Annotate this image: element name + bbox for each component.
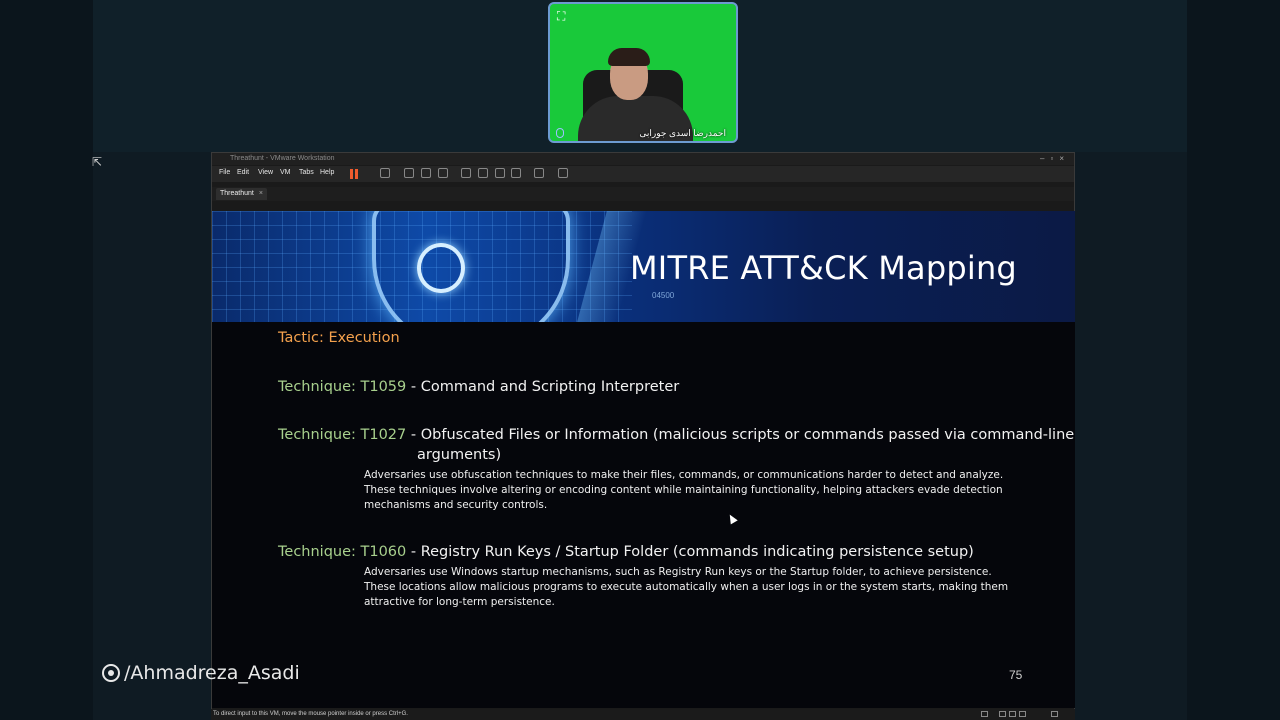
slide-page-number: 75 <box>1009 668 1023 682</box>
technique-name: - Command and Scripting Interpreter <box>406 379 680 395</box>
hdd-icon[interactable] <box>981 711 988 717</box>
banner-digits: 04500 <box>652 291 675 300</box>
tab-threathunt[interactable]: Threathunt × <box>216 188 267 200</box>
reel-icon <box>102 664 120 682</box>
menu-help[interactable]: Help <box>320 169 334 176</box>
vm-statusbar: To direct input to this VM, move the mou… <box>211 709 1075 720</box>
stretch-icon[interactable] <box>558 168 568 178</box>
revert-icon[interactable] <box>421 168 431 178</box>
device-icons <box>979 711 1069 718</box>
sound-icon[interactable] <box>1019 711 1026 717</box>
technique-t1060: Technique: T1060 - Registry Run Keys / S… <box>278 544 974 560</box>
webcam-tile[interactable]: ⛶ احمدرضا اسدی جورابی <box>548 2 738 143</box>
vm-window-title: Threathunt - VMware Workstation <box>230 155 335 162</box>
sidebar-toggle-icon[interactable] <box>461 168 471 178</box>
watermark-text: /Ahmadreza_Asadi <box>124 662 300 684</box>
menu-vm[interactable]: VM <box>280 169 291 176</box>
channel-watermark: /Ahmadreza_Asadi <box>102 662 300 684</box>
lock-graphic <box>417 243 465 293</box>
menu-file[interactable]: File <box>219 169 230 176</box>
vm-tabbar: Threathunt × <box>212 187 1074 201</box>
display-icon[interactable] <box>1051 711 1058 717</box>
mic-icon <box>556 128 564 138</box>
slide-banner: 04500 MITRE ATT&CK Mapping <box>212 211 1075 322</box>
menu-edit[interactable]: Edit <box>237 169 249 176</box>
unity-icon[interactable] <box>511 168 521 178</box>
technique-id: Technique: T1059 <box>278 379 407 395</box>
technique-name: - Obfuscated Files or Information (malic… <box>406 427 1075 443</box>
menu-view[interactable]: View <box>258 169 273 176</box>
share-screen-icon[interactable]: ⇱ <box>90 155 104 169</box>
snapshot-icon[interactable] <box>404 168 414 178</box>
participant-name: احمدرضا اسدی جورابی <box>639 128 726 138</box>
technique-description: Adversaries use Windows startup mechanis… <box>364 566 1009 608</box>
technique-id: Technique: T1060 <box>278 544 407 560</box>
window-controls[interactable]: –▫× <box>1040 153 1070 165</box>
right-panel <box>1187 0 1280 720</box>
network-icon[interactable] <box>999 711 1006 717</box>
shield-graphic <box>372 211 570 322</box>
presentation-slide: 04500 MITRE ATT&CK Mapping Tactic: Execu… <box>212 211 1075 708</box>
tactic-heading: Tactic: Execution <box>278 330 400 346</box>
fullscreen-icon[interactable] <box>495 168 505 178</box>
send-keys-icon[interactable] <box>380 168 390 178</box>
usb-icon[interactable] <box>1009 711 1016 717</box>
participant-hair <box>608 48 650 66</box>
vm-menubar: File Edit View VM Tabs Help <box>212 166 1074 182</box>
technique-description: Adversaries use obfuscation techniques t… <box>364 469 1004 511</box>
close-icon[interactable]: × <box>259 190 263 197</box>
console-icon[interactable] <box>534 168 544 178</box>
technique-name: - Registry Run Keys / Startup Folder (co… <box>406 544 974 560</box>
technique-name-continued: arguments) <box>417 447 502 463</box>
status-text: To direct input to this VM, move the mou… <box>213 711 408 717</box>
menu-tabs[interactable]: Tabs <box>299 169 314 176</box>
pause-icon[interactable] <box>350 169 358 179</box>
thumbnail-icon[interactable] <box>478 168 488 178</box>
vm-titlebar: Threathunt - VMware Workstation –▫× <box>212 153 1074 165</box>
left-panel <box>0 0 93 720</box>
technique-id: Technique: T1027 <box>278 427 407 443</box>
technique-t1059: Technique: T1059 - Command and Scripting… <box>278 379 679 395</box>
expand-icon[interactable]: ⛶ <box>557 9 571 23</box>
manage-snapshots-icon[interactable] <box>438 168 448 178</box>
technique-t1027: Technique: T1027 - Obfuscated Files or I… <box>278 427 1074 443</box>
tab-label: Threathunt <box>220 190 254 197</box>
slide-title: MITRE ATT&CK Mapping <box>630 249 1017 287</box>
